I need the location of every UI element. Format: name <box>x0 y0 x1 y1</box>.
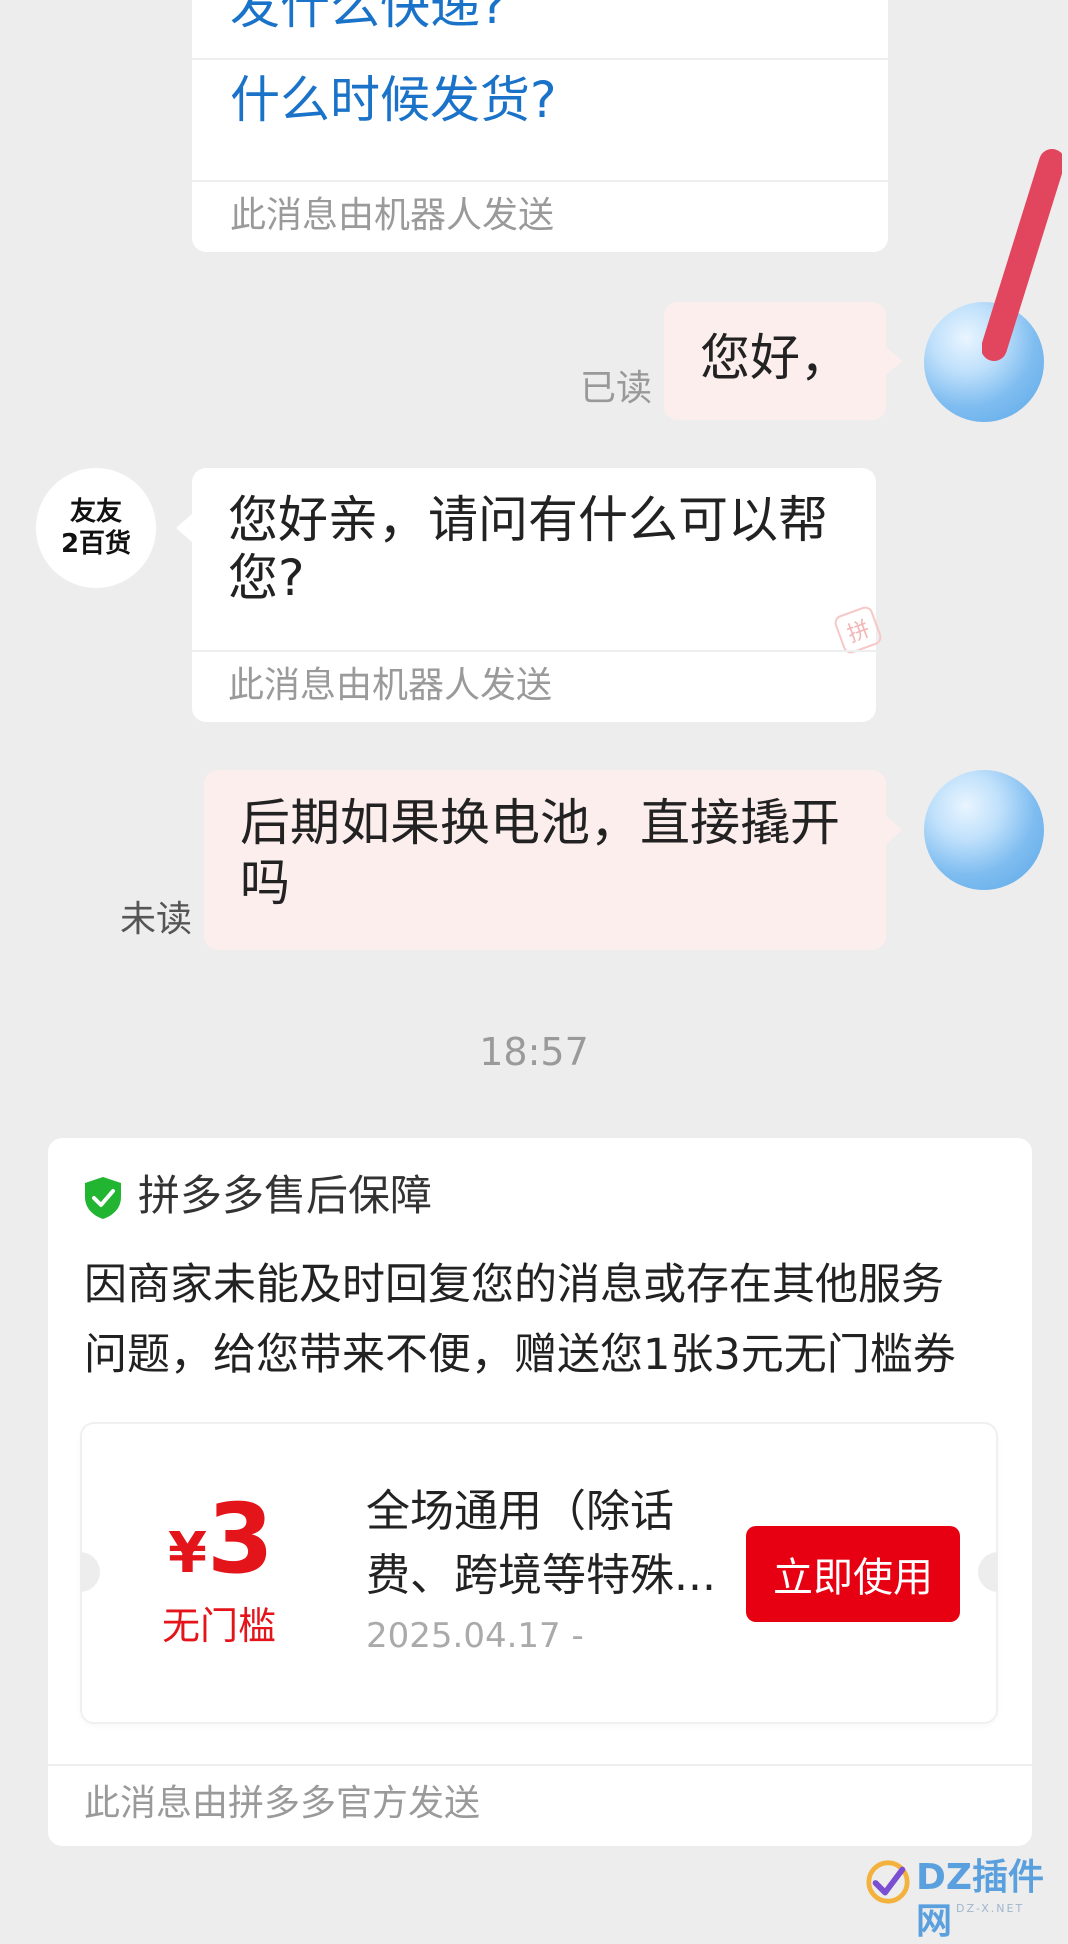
coupon-card[interactable]: ¥3 无门槛 全场通用（除话 费、跨境等特殊... 2025.04.17 - 立… <box>80 1424 998 1722</box>
message-text-line2: 吗 <box>240 854 290 912</box>
message-bubble-self[interactable]: 后期如果换电池，直接撬开 吗 <box>204 770 886 950</box>
shop-avatar[interactable]: 友友 2百货 <box>36 468 156 588</box>
watermark-check-logo-icon <box>866 1860 910 1904</box>
divider <box>192 650 876 652</box>
watermark-brand: DZ插件网 <box>916 1857 1044 1942</box>
message-text-line1: 您好亲，请问有什么可以帮 <box>228 491 828 549</box>
pdd-watermark-icon: 拼 <box>832 604 884 656</box>
pdd-watermark-glyph: 拼 <box>844 616 874 648</box>
after-sale-body-line1: 因商家未能及时回复您的消息或存在其他服务 <box>84 1260 944 1310</box>
message-text-line2: 您? <box>228 549 305 607</box>
coupon-notch-right <box>978 1552 998 1592</box>
read-status: 已读 <box>580 368 653 409</box>
watermark-sub: DZ-X.NET <box>956 1902 1025 1915</box>
after-sale-body-line2: 问题，给您带来不便，赠送您1张3元无门槛券 <box>84 1330 956 1380</box>
bubble-tail <box>176 514 192 542</box>
coupon-threshold: 无门槛 <box>162 1604 277 1648</box>
divider <box>48 1764 1032 1766</box>
message-text-line1: 后期如果换电池，直接撬开 <box>240 794 840 852</box>
after-sale-title: 拼多多售后保障 <box>138 1171 433 1220</box>
unread-status: 未读 <box>120 899 193 940</box>
site-watermark: DZ插件网 DZ-X.NET <box>864 1854 1064 1942</box>
bubble-tail <box>886 347 902 375</box>
coupon-value: 3 <box>206 1483 274 1595</box>
robot-sent-note: 此消息由机器人发送 <box>230 195 555 236</box>
shop-avatar-line2: 2百货 <box>60 529 132 559</box>
use-now-button[interactable]: 立即使用 <box>746 1526 960 1622</box>
faq-link-ship-time[interactable]: 什么时候发货? <box>230 70 557 130</box>
official-sent-note: 此消息由拼多多官方发送 <box>84 1783 481 1824</box>
divider <box>192 180 888 182</box>
message-text: 您好， <box>700 329 850 387</box>
bubble-tail <box>886 816 902 844</box>
robot-sent-note: 此消息由机器人发送 <box>228 665 553 706</box>
coupon-notch-left <box>80 1552 100 1592</box>
faq-link-shipping-carrier[interactable]: 发什么快递? <box>230 0 507 36</box>
user-avatar[interactable] <box>924 770 1044 890</box>
shop-avatar-line1: 友友 <box>69 497 122 527</box>
coupon-desc-line2: 费、跨境等特殊... <box>366 1550 716 1601</box>
after-sale-card: 拼多多售后保障 因商家未能及时回复您的消息或存在其他服务 问题，给您带来不便，赠… <box>48 1138 1032 1846</box>
message-bubble-self[interactable]: 您好， <box>664 302 886 420</box>
robot-faq-card: 发什么快递? 什么时候发货? 此消息由机器人发送 <box>192 0 888 252</box>
red-annotation-stroke <box>982 149 1062 361</box>
coupon-desc-line1: 全场通用（除话 <box>366 1486 674 1537</box>
message-timestamp: 18:57 <box>479 1030 589 1074</box>
divider <box>192 58 888 60</box>
currency-symbol: ¥ <box>168 1521 207 1586</box>
shield-check-icon <box>85 1177 121 1219</box>
message-bubble-shop[interactable]: 您好亲，请问有什么可以帮 您? 拼 此消息由机器人发送 <box>192 468 884 722</box>
coupon-valid-date: 2025.04.17 - <box>366 1616 584 1656</box>
